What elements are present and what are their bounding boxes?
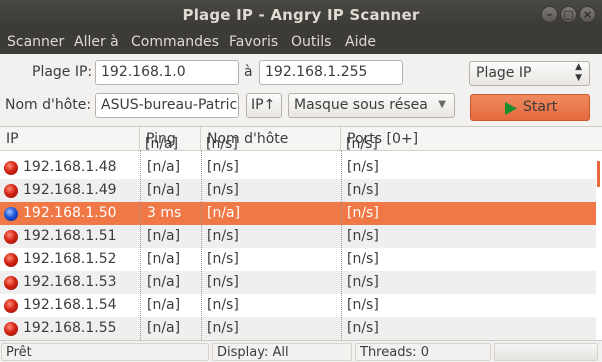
- cell-ip: 192.168.1.55: [23, 320, 117, 336]
- cell-hostname: [n/s]: [207, 297, 239, 313]
- host-dead-icon: [4, 230, 18, 244]
- hostname-field[interactable]: ASUS-bureau-Patrice: [95, 93, 239, 118]
- start-label: Start: [523, 99, 558, 115]
- cell-ip: 192.168.1.54: [23, 297, 117, 313]
- menu-outils[interactable]: Outils: [291, 34, 331, 50]
- menu-scanner[interactable]: Scanner: [7, 34, 64, 50]
- menu-aller-a[interactable]: Aller à: [74, 34, 119, 50]
- cell-ip: 192.168.1.49: [23, 182, 117, 198]
- ip-up-label: IP↑: [251, 97, 276, 113]
- cell-ports: [n/s]: [347, 274, 379, 290]
- status-display: Display: All: [212, 343, 352, 361]
- table-row[interactable]: 192.168.1.52 [n/a] [n/s] [n/s]: [0, 248, 596, 271]
- cell-ping: [n/a]: [145, 136, 179, 152]
- menu-commandes[interactable]: Commandes: [131, 34, 219, 50]
- cell-ping: [n/a]: [147, 274, 181, 290]
- cell-ip: 192.168.1.52: [23, 251, 117, 267]
- status-threads: Threads: 0: [355, 343, 491, 361]
- ip-up-button[interactable]: IP↑: [246, 93, 282, 118]
- host-dead-icon: [4, 299, 18, 313]
- scrollbar[interactable]: [597, 161, 600, 187]
- dropdown-arrow-icon: ▼: [438, 99, 446, 110]
- cell-ports: [n/s]: [347, 182, 379, 198]
- maximize-icon: □: [563, 8, 574, 21]
- cell-hostname: [n/s]: [207, 251, 239, 267]
- window-title: Plage IP - Angry IP Scanner: [182, 6, 420, 24]
- cell-ports: [n/s]: [346, 136, 378, 152]
- host-dead-icon: [4, 184, 18, 198]
- hostname-label: Nom d'hôte:: [5, 97, 92, 113]
- column-separator: [201, 151, 202, 340]
- ip-to-field[interactable]: 192.168.1.255: [259, 60, 403, 85]
- cell-hostname: [n/s]: [206, 136, 238, 152]
- to-label: à: [244, 64, 253, 80]
- table-row[interactable]: 192.168.1.55 [n/a] [n/s] [n/s]: [0, 317, 596, 340]
- updown-icon: ▲ ▼: [575, 62, 582, 83]
- range-mode-select[interactable]: Plage IP ▲ ▼: [469, 61, 590, 86]
- cell-ports: [n/s]: [347, 228, 379, 244]
- host-dead-icon: [4, 161, 18, 175]
- cell-ip: 192.168.1.50: [23, 205, 117, 221]
- progress-bar: [494, 343, 598, 361]
- menu-bar: Scanner Aller à Commandes Favoris Outils…: [0, 30, 602, 54]
- cell-ping: [n/a]: [147, 159, 181, 175]
- menu-favoris[interactable]: Favoris: [229, 34, 278, 50]
- cell-ping: [n/a]: [147, 297, 181, 313]
- close-icon: ×: [582, 8, 593, 21]
- netmask-value: Masque sous réseau: [294, 97, 428, 113]
- host-alive-icon: [4, 207, 18, 221]
- maximize-button[interactable]: □: [560, 6, 577, 23]
- host-dead-icon: [4, 322, 18, 336]
- status-bar: Prêt Display: All Threads: 0: [0, 340, 602, 362]
- column-separator: [140, 151, 141, 340]
- table-row-partial[interactable]: [n/a] [n/s] [n/s]: [0, 133, 596, 156]
- cell-ports: [n/s]: [347, 251, 379, 267]
- cell-ip: 192.168.1.53: [23, 274, 117, 290]
- table-row[interactable]: 192.168.1.54 [n/a] [n/s] [n/s]: [0, 294, 596, 317]
- table-row[interactable]: 192.168.1.53 [n/a] [n/s] [n/s]: [0, 271, 596, 294]
- ip-range-label: Plage IP:: [32, 64, 93, 80]
- minimize-icon: –: [546, 8, 553, 21]
- netmask-select[interactable]: Masque sous réseau ▼: [288, 93, 455, 118]
- cell-ports: [n/s]: [347, 297, 379, 313]
- ip-from-field[interactable]: 192.168.1.0: [95, 60, 239, 85]
- cell-hostname: [n/a]: [207, 205, 241, 221]
- cell-ip: 192.168.1.48: [23, 159, 117, 175]
- cell-ping: [n/a]: [147, 182, 181, 198]
- table-row[interactable]: 192.168.1.49 [n/a] [n/s] [n/s]: [0, 179, 596, 202]
- cell-ports: [n/s]: [347, 320, 379, 336]
- results-table[interactable]: IP Ping Nom d'hôte Ports [0+] [n/a] [n/s]…: [0, 126, 602, 340]
- column-separator: [341, 151, 342, 340]
- table-row[interactable]: 192.168.1.51 [n/a] [n/s] [n/s]: [0, 225, 596, 248]
- host-dead-icon: [4, 276, 18, 290]
- cell-hostname: [n/s]: [207, 182, 239, 198]
- menu-aide[interactable]: Aide: [345, 34, 376, 50]
- cell-ping: [n/a]: [147, 320, 181, 336]
- cell-ports: [n/s]: [347, 205, 379, 221]
- cell-ports: [n/s]: [347, 159, 379, 175]
- title-bar: Plage IP - Angry IP Scanner – □ ×: [0, 0, 602, 30]
- minimize-button[interactable]: –: [541, 6, 558, 23]
- table-row[interactable]: 192.168.1.48 [n/a] [n/s] [n/s]: [0, 156, 596, 179]
- cell-hostname: [n/s]: [207, 274, 239, 290]
- cell-ping: [n/a]: [147, 228, 181, 244]
- cell-hostname: [n/s]: [207, 228, 239, 244]
- cell-ping: 3 ms: [147, 205, 182, 221]
- host-dead-icon: [4, 253, 18, 267]
- cell-hostname: [n/s]: [207, 320, 239, 336]
- cell-ip: 192.168.1.51: [23, 228, 117, 244]
- start-button[interactable]: Start: [470, 94, 590, 121]
- play-icon: [505, 102, 517, 115]
- table-row[interactable]: 192.168.1.50 3 ms [n/a] [n/s]: [0, 202, 596, 225]
- status-state: Prêt: [1, 343, 209, 361]
- close-button[interactable]: ×: [579, 6, 596, 23]
- cell-hostname: [n/s]: [207, 159, 239, 175]
- range-mode-value: Plage IP: [476, 65, 532, 81]
- cell-ping: [n/a]: [147, 251, 181, 267]
